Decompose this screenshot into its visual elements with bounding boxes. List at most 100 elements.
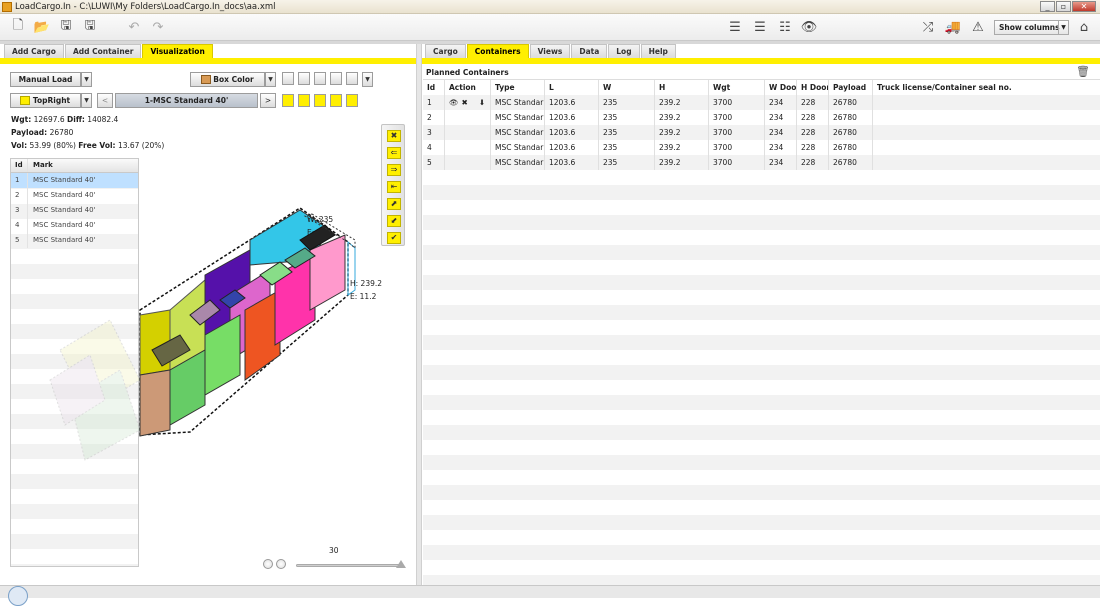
mark-column-header[interactable]: Mark <box>28 159 53 172</box>
home-icon[interactable]: ⌂ <box>1076 19 1092 35</box>
id-column-header[interactable]: Id <box>11 159 28 172</box>
zoom-fit-icon[interactable] <box>314 94 326 107</box>
download-icon[interactable]: ⬇ <box>479 95 485 110</box>
move-left-icon[interactable]: ⇐ <box>387 147 401 159</box>
color-mode-dropdown[interactable]: Box Color <box>190 72 265 87</box>
vol-label: Vol: <box>11 141 28 150</box>
save-as-icon[interactable]: 🖫 <box>58 18 74 35</box>
col-payload[interactable]: Payload <box>829 80 873 95</box>
col-id[interactable]: Id <box>423 80 445 95</box>
radio-option-1[interactable] <box>263 559 273 569</box>
color-mode-label: Box Color <box>213 75 254 84</box>
calculator-icon[interactable] <box>330 72 342 85</box>
panel-splitter[interactable] <box>416 44 422 585</box>
table-header: Id Action Type L W H Wgt W Doo H Door Pa… <box>423 80 1100 95</box>
cell-seal[interactable] <box>873 110 1099 125</box>
tab-data[interactable]: Data <box>571 44 608 58</box>
cell-seal[interactable] <box>873 140 1099 155</box>
camera-icon[interactable] <box>298 72 310 85</box>
container-selector[interactable]: 1-MSC Standard 40' <box>115 93 258 108</box>
move-right-icon[interactable]: ⇒ <box>387 164 401 176</box>
tab-add-cargo[interactable]: Add Cargo <box>4 44 64 58</box>
tab-cargo[interactable]: Cargo <box>425 44 466 58</box>
list-item[interactable]: 1 MSC Standard 40' <box>11 173 138 188</box>
tab-add-container[interactable]: Add Container <box>64 44 142 58</box>
tab-containers[interactable]: Containers <box>466 44 529 58</box>
load-mode-dropdown[interactable]: Manual Load <box>10 72 81 87</box>
confirm-icon[interactable]: ✔ <box>387 232 401 244</box>
truck-icon[interactable]: 🚚 <box>945 19 961 35</box>
col-l[interactable]: L <box>545 80 599 95</box>
undo-icon[interactable]: ↶ <box>126 19 142 35</box>
color-mode-chevron-icon[interactable]: ▼ <box>265 72 276 87</box>
warning-icon[interactable]: ⚠ <box>970 19 986 35</box>
cell-l: 1203.6 <box>545 125 599 140</box>
show-columns-dropdown[interactable]: Show columns ▼ <box>994 20 1069 35</box>
grid-view-icon[interactable] <box>330 94 342 107</box>
cell-w: 235 <box>599 110 655 125</box>
table-row[interactable]: 3 MSC Standar 1203.6 235 239.2 3700 234 … <box>423 125 1100 140</box>
list-view-icon[interactable]: ☰ <box>752 19 768 35</box>
map-pin-icon[interactable] <box>346 72 358 85</box>
frame-view-icon[interactable] <box>346 94 358 107</box>
wgt-label: Wgt: <box>11 115 32 124</box>
col-seal[interactable]: Truck license/Container seal no. <box>873 80 1099 95</box>
close-window-button[interactable]: ✕ <box>1072 1 1096 12</box>
shuffle-icon[interactable]: ⤮ <box>920 19 936 35</box>
view-icon[interactable]: 👁 <box>449 95 459 110</box>
col-h-door[interactable]: H Door <box>797 80 829 95</box>
slider-thumb[interactable] <box>396 560 406 568</box>
col-w-door[interactable]: W Doo <box>765 80 797 95</box>
redo-icon[interactable]: ↷ <box>150 19 166 35</box>
cell-action <box>445 125 491 140</box>
prev-container-button[interactable]: < <box>97 93 113 108</box>
table-row[interactable]: 5 MSC Standar 1203.6 235 239.2 3700 234 … <box>423 155 1100 170</box>
next-container-button[interactable]: > <box>260 93 276 108</box>
container-3d-view[interactable] <box>30 200 390 470</box>
image-icon[interactable] <box>282 72 294 85</box>
open-folder-icon[interactable]: 📂 <box>34 19 50 35</box>
load-mode-chevron-icon[interactable]: ▼ <box>81 72 92 87</box>
zoom-in-icon[interactable] <box>282 94 294 107</box>
tab-views[interactable]: Views <box>529 44 571 58</box>
col-w[interactable]: W <box>599 80 655 95</box>
export-icon[interactable] <box>314 72 326 85</box>
zoom-out-icon[interactable] <box>298 94 310 107</box>
cell-action <box>445 155 491 170</box>
payload-value: 26780 <box>49 128 74 137</box>
table-row[interactable]: 2 MSC Standar 1203.6 235 239.2 3700 234 … <box>423 110 1100 125</box>
preview-icon[interactable]: 👁 <box>801 19 818 35</box>
col-h[interactable]: H <box>655 80 709 95</box>
cell-seal[interactable] <box>873 155 1099 170</box>
tab-visualization[interactable]: Visualization <box>142 44 213 58</box>
trash-icon[interactable]: 🗑 <box>1076 65 1090 78</box>
list-indent-icon[interactable]: ☰ <box>727 19 743 35</box>
start-orb-icon[interactable] <box>8 586 28 606</box>
new-file-icon[interactable]: 🗋 <box>10 18 26 35</box>
col-type[interactable]: Type <box>491 80 545 95</box>
view-mode-dropdown[interactable]: TopRight <box>10 93 81 108</box>
table-row[interactable]: 1 👁 ✖ ⬇ MSC Standar 1203.6 235 239.2 370… <box>423 95 1100 110</box>
tab-help[interactable]: Help <box>640 44 676 58</box>
zoom-slider[interactable] <box>296 560 406 568</box>
table-row[interactable]: 4 MSC Standar 1203.6 235 239.2 3700 234 … <box>423 140 1100 155</box>
col-action[interactable]: Action <box>445 80 491 95</box>
cell-h-door: 228 <box>797 155 829 170</box>
move-back-icon[interactable]: ⇤ <box>387 181 401 193</box>
delete-icon[interactable]: ✖ <box>462 95 468 110</box>
remove-box-icon[interactable]: ✖ <box>387 130 401 142</box>
detail-list-icon[interactable]: ☷ <box>777 19 793 35</box>
tab-log[interactable]: Log <box>608 44 640 58</box>
extra-tools-chevron-icon[interactable]: ▼ <box>362 72 373 87</box>
minimize-button[interactable]: _ <box>1040 1 1055 12</box>
view-mode-chevron-icon[interactable]: ▼ <box>81 93 92 108</box>
move-up-icon[interactable]: ⬈ <box>387 198 401 210</box>
cell-seal[interactable] <box>873 95 1099 110</box>
move-down-icon[interactable]: ⬋ <box>387 215 401 227</box>
maximize-button[interactable]: ▫ <box>1056 1 1071 12</box>
cell-seal[interactable] <box>873 125 1099 140</box>
wgt-value: 12697.6 <box>33 115 65 124</box>
save-icon[interactable]: 🖫 <box>82 18 98 35</box>
col-wgt[interactable]: Wgt <box>709 80 765 95</box>
radio-option-2[interactable] <box>276 559 286 569</box>
